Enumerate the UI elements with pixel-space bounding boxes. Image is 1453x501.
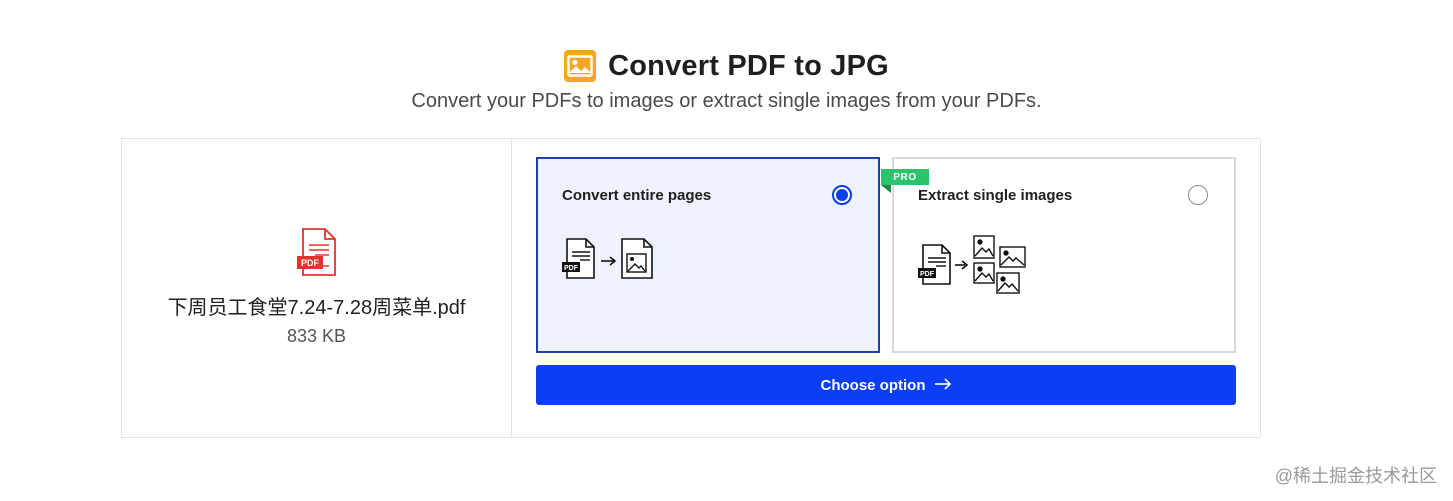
arrow-right-icon [934,377,952,394]
choose-option-button[interactable]: Choose option [536,365,1236,405]
option-label: Extract single images [918,187,1073,204]
file-size: 833 KB [286,326,347,346]
options-area: Convert entire pages PDF Extract single … [512,139,1260,437]
radio-convert-entire-pages[interactable] [832,185,852,205]
pro-badge-fold [881,185,891,193]
svg-text:PDF: PDF [564,265,579,272]
option-extract-single-images[interactable]: Extract single images PDF [892,157,1236,353]
pro-badge: PRO [881,169,929,185]
watermark: @稀土掘金技术社区 [1274,466,1437,486]
pdf-to-images-icon: PDF [918,235,1030,302]
pdf-file-icon: PDF [295,227,339,279]
pdf-badge-text: PDF [301,258,320,268]
radio-extract-single-images[interactable] [1188,185,1208,205]
svg-text:PDF: PDF [920,271,935,278]
option-convert-entire-pages[interactable]: Convert entire pages PDF [536,157,880,353]
title-row: Convert PDF to JPG [0,44,1453,88]
conversion-panel: PDF 下周员工食堂7.24-7.28周菜单.pdf 833 KB Conver… [121,138,1261,438]
page-header: Convert PDF to JPG Convert your PDFs to … [0,44,1453,113]
pdf-to-page-icon: PDF [562,237,662,288]
image-icon [564,50,597,82]
option-label: Convert entire pages [562,187,712,204]
file-name: 下周员工食堂7.24-7.28周菜单.pdf [167,297,466,319]
choose-option-label: Choose option [820,376,926,394]
page-title: Convert PDF to JPG [608,49,889,82]
file-info: PDF 下周员工食堂7.24-7.28周菜单.pdf 833 KB [122,139,512,437]
page-subtitle: Convert your PDFs to images or extract s… [411,90,1042,112]
